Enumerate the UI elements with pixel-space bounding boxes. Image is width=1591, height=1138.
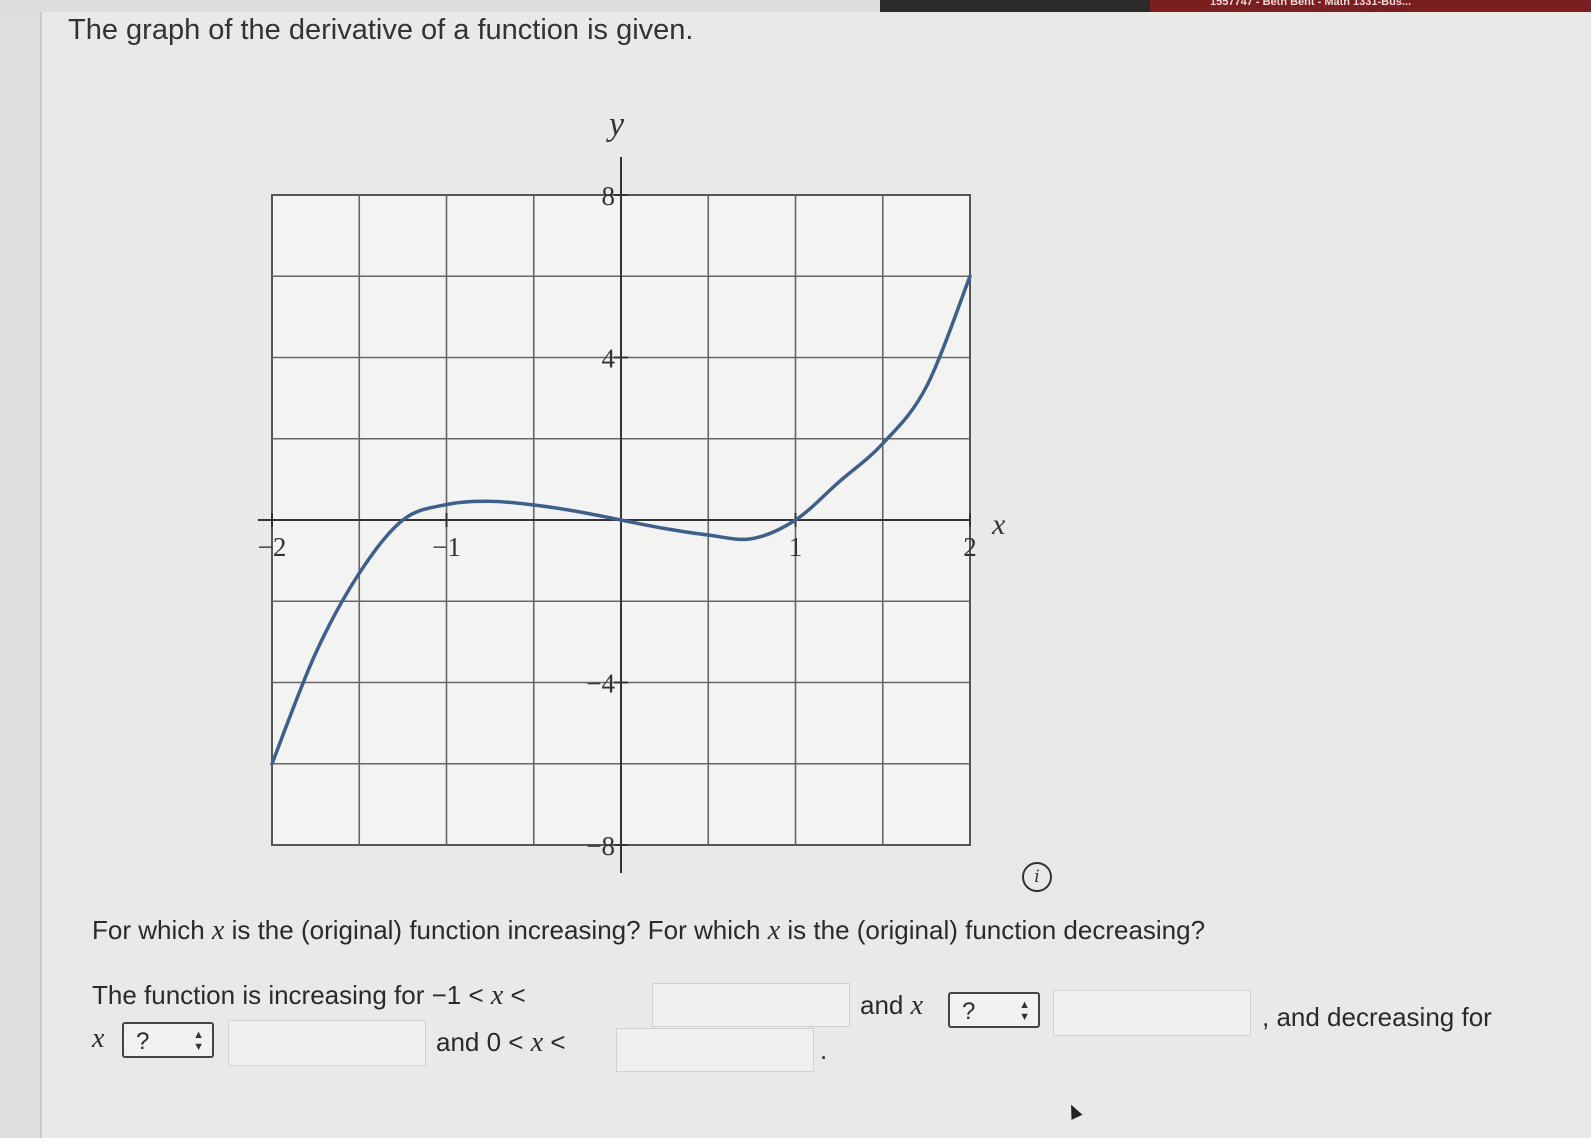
x-axis-label: x bbox=[991, 508, 1006, 541]
and-label-1: and x bbox=[860, 990, 924, 1021]
y-tick-label: 4 bbox=[602, 344, 616, 374]
question-prompt: For which x is the (original) function i… bbox=[92, 915, 1206, 946]
answer-blank-4[interactable] bbox=[616, 1028, 814, 1072]
inequality-select-1[interactable]: ? ▲ ▼ bbox=[948, 992, 1040, 1028]
decreasing-label: , and decreasing for bbox=[1262, 1002, 1492, 1032]
inequality-select-2[interactable]: ? ▲ ▼ bbox=[122, 1022, 214, 1058]
mouse-cursor-icon bbox=[1065, 1102, 1083, 1120]
updown-arrows-icon: ▲ ▼ bbox=[1019, 999, 1030, 1023]
x-tick-label: −1 bbox=[432, 532, 461, 562]
y-tick-label: 8 bbox=[602, 181, 616, 211]
left-panel-edge bbox=[0, 12, 42, 1138]
y-tick-label: −8 bbox=[586, 831, 615, 861]
answer-blank-3[interactable] bbox=[228, 1020, 426, 1066]
browser-tab[interactable]: 1557747 - Beth Bent - Math 1331-Bus... bbox=[1150, 0, 1591, 12]
x-tick-label: 1 bbox=[789, 532, 803, 562]
question-title: The graph of the derivative of a functio… bbox=[68, 14, 694, 46]
y-axis-label: y bbox=[606, 110, 625, 143]
answer-line1-text: The function is increasing for −1 < x < bbox=[92, 980, 526, 1011]
updown-arrows-icon: ▲ ▼ bbox=[193, 1029, 204, 1053]
y-tick-label: −4 bbox=[586, 669, 615, 699]
x-tick-label: 2 bbox=[963, 532, 977, 562]
answer-blank-2[interactable] bbox=[1053, 990, 1251, 1036]
derivative-graph: xy −2 −1 1 284−4−8 bbox=[258, 110, 1006, 873]
x-tick-label: −2 bbox=[258, 532, 287, 562]
info-icon[interactable]: i bbox=[1022, 862, 1052, 892]
and-label-2: and 0 < x < bbox=[436, 1027, 566, 1058]
period: . bbox=[820, 1035, 828, 1065]
browser-bar-dark-segment bbox=[880, 0, 1150, 12]
answer-blank-1[interactable] bbox=[652, 983, 850, 1027]
answer-line2-var: x bbox=[92, 1023, 105, 1054]
browser-top-bar: 1557747 - Beth Bent - Math 1331-Bus... bbox=[0, 0, 1591, 12]
browser-tab-label: 1557747 - Beth Bent - Math 1331-Bus... bbox=[1210, 0, 1412, 8]
